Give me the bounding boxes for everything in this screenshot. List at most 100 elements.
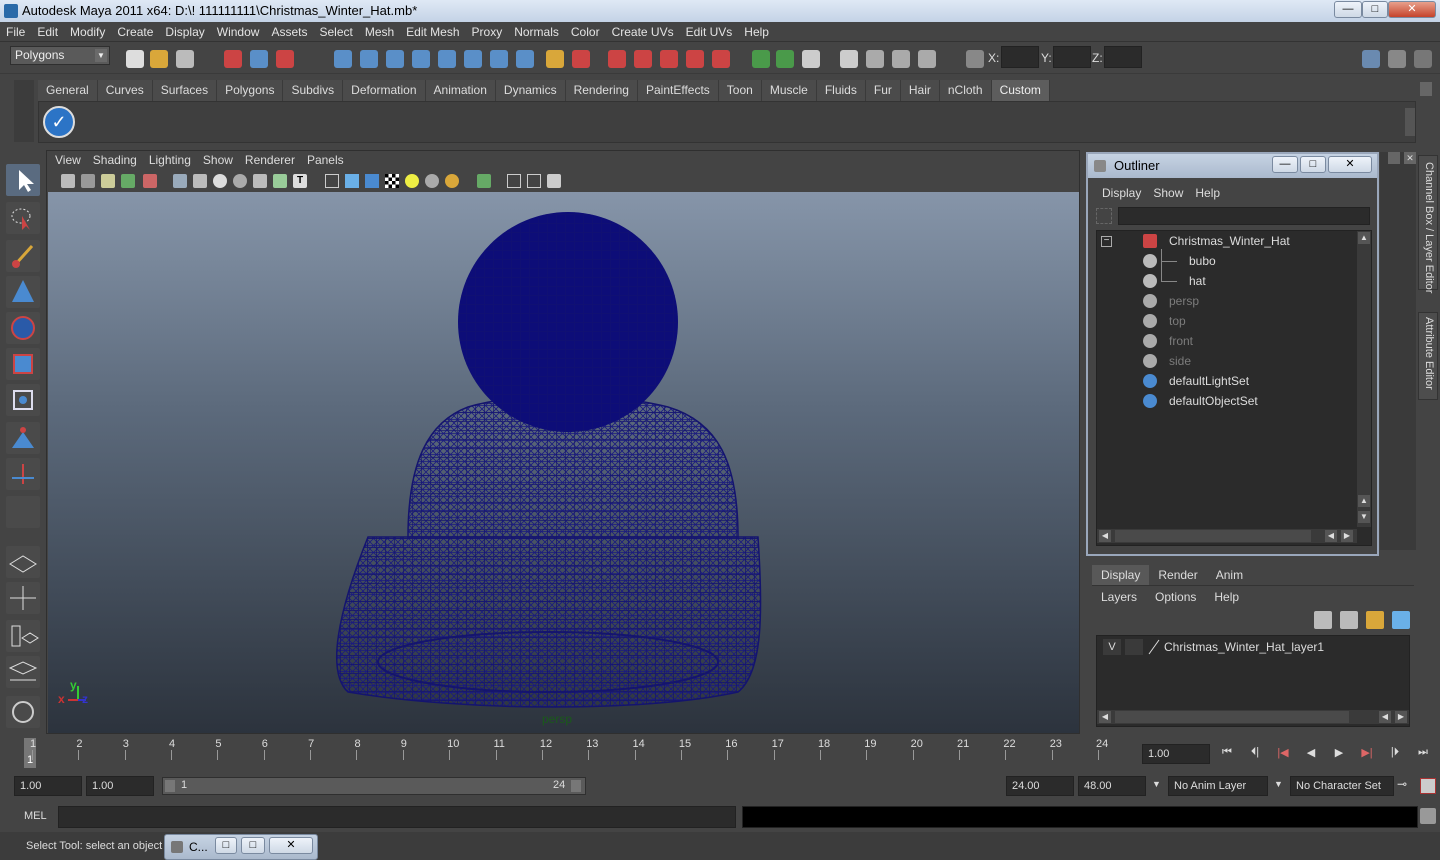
select-tool-icon[interactable] xyxy=(6,164,40,196)
menu-edit-uvs[interactable]: Edit UVs xyxy=(680,22,739,42)
chevron-down-icon[interactable]: ▼ xyxy=(1274,779,1283,789)
scroll-down-icon[interactable]: ▼ xyxy=(1358,511,1370,523)
image-plane-icon[interactable] xyxy=(121,174,135,188)
xray-icon[interactable] xyxy=(507,174,521,188)
gate-mask-icon[interactable] xyxy=(233,174,247,188)
snap-view-plane-icon[interactable] xyxy=(412,50,430,68)
make-live-icon[interactable] xyxy=(438,50,456,68)
shelf-menu-handle[interactable] xyxy=(14,80,34,142)
end-time-field[interactable]: 48.00 xyxy=(1078,776,1146,796)
shelf-tab-surfaces[interactable]: Surfaces xyxy=(152,80,218,101)
select-hierarchy-icon[interactable] xyxy=(224,50,242,68)
minimized-window[interactable]: C... □ □ ✕ xyxy=(164,834,318,860)
range-end-handle[interactable] xyxy=(571,780,581,792)
shelf-tab-toon[interactable]: Toon xyxy=(718,80,762,101)
shelf-tab-ncloth[interactable]: nCloth xyxy=(939,80,992,101)
mel-label[interactable]: MEL xyxy=(24,810,47,822)
outliner-item[interactable]: Christmas_Winter_Hat xyxy=(1169,231,1290,251)
attribute-editor-tab[interactable]: Attribute Editor xyxy=(1418,312,1438,400)
outliner-item[interactable]: defaultObjectSet xyxy=(1169,391,1258,411)
select-component-icon[interactable] xyxy=(276,50,294,68)
last-tool-slot[interactable] xyxy=(6,496,40,528)
menu-create-uvs[interactable]: Create UVs xyxy=(606,22,680,42)
field-chart-icon[interactable] xyxy=(253,174,267,188)
menu-edit[interactable]: Edit xyxy=(31,22,64,42)
outliner-minimize-button[interactable]: — xyxy=(1272,156,1298,173)
shelf-tab-polygons[interactable]: Polygons xyxy=(217,80,284,101)
scroll-up-icon[interactable]: ▲ xyxy=(1358,232,1370,244)
absolute-transform-icon[interactable] xyxy=(966,50,984,68)
script-editor-icon[interactable] xyxy=(1420,808,1436,824)
hypershade-icon[interactable] xyxy=(712,50,730,68)
maximize-button[interactable]: □ xyxy=(1362,1,1388,18)
shelf-tab-muscle[interactable]: Muscle xyxy=(761,80,817,101)
viewport-menu-shading[interactable]: Shading xyxy=(87,151,143,170)
step-forward-frame-icon[interactable]: |⏵ xyxy=(1384,746,1406,759)
clapper-icon[interactable] xyxy=(866,50,884,68)
menu-color[interactable]: Color xyxy=(565,22,606,42)
snap-point-icon[interactable] xyxy=(386,50,404,68)
shelf-tab-custom[interactable]: Custom xyxy=(991,80,1050,101)
menu-edit-mesh[interactable]: Edit Mesh xyxy=(400,22,465,42)
scroll-left-icon[interactable]: ◀ xyxy=(1379,711,1391,723)
camera-gate-icon[interactable] xyxy=(840,50,858,68)
batch-render-icon[interactable] xyxy=(918,50,936,68)
snap-grid-icon[interactable] xyxy=(334,50,352,68)
minimized-close-button[interactable]: ✕ xyxy=(269,837,313,854)
z-field[interactable] xyxy=(1104,46,1142,68)
menu-help[interactable]: Help xyxy=(738,22,775,42)
shelf-tab-deformation[interactable]: Deformation xyxy=(343,80,426,101)
start-time-field[interactable]: 1.00 xyxy=(14,776,82,796)
layer-tab-anim[interactable]: Anim xyxy=(1207,565,1252,585)
outliner-item[interactable]: bubo xyxy=(1189,251,1216,271)
layer-menu-help[interactable]: Help xyxy=(1205,587,1248,607)
grid-toggle-icon[interactable] xyxy=(143,174,157,188)
save-scene-icon[interactable] xyxy=(176,50,194,68)
render-view-icon[interactable] xyxy=(608,50,626,68)
toggle-channel-box-icon[interactable] xyxy=(1362,50,1380,68)
scale-tool-icon[interactable] xyxy=(6,348,40,380)
tool-settings-icon[interactable] xyxy=(1388,50,1406,68)
select-mode-icon[interactable] xyxy=(752,50,770,68)
resolution-gate-icon[interactable] xyxy=(213,174,227,188)
lock-icon[interactable] xyxy=(546,50,564,68)
outliner-menu-show[interactable]: Show xyxy=(1147,182,1189,204)
time-slider[interactable]: 1 1 2 3 4 5 6 7 8 9 10 11 12 13 14 15 16 17 18 19 20 21 22 23 2… xyxy=(10,738,1140,768)
key-icon[interactable]: ⊸ xyxy=(1397,777,1407,791)
shelf-tab-fur[interactable]: Fur xyxy=(865,80,901,101)
shelf-tab-painteffects[interactable]: PaintEffects xyxy=(637,80,719,101)
layer-h-scroll-thumb[interactable] xyxy=(1115,711,1349,723)
render-layer-icon[interactable] xyxy=(892,50,910,68)
outliner-item[interactable]: hat xyxy=(1189,271,1206,291)
four-view-layout-icon[interactable] xyxy=(6,582,40,614)
xray-joints-icon[interactable] xyxy=(527,174,541,188)
wireframe-shading-icon[interactable] xyxy=(325,174,339,188)
h-scroll-thumb[interactable] xyxy=(1115,530,1311,542)
wireframe-on-shaded-icon[interactable] xyxy=(365,174,379,188)
universal-manipulator-icon[interactable] xyxy=(6,384,40,416)
trash-icon[interactable] xyxy=(1420,82,1432,96)
scroll-left-icon[interactable]: ◀ xyxy=(1099,530,1111,542)
scroll-right-icon[interactable]: ▶ xyxy=(1341,530,1353,542)
help-icon[interactable] xyxy=(516,50,534,68)
viewport-menu-panels[interactable]: Panels xyxy=(301,151,350,170)
shelf-scroll-icon[interactable] xyxy=(1405,108,1415,136)
single-perspective-layout-icon[interactable] xyxy=(6,546,40,578)
step-forward-key-icon[interactable]: ▶| xyxy=(1356,746,1378,759)
move-layer-down-icon[interactable] xyxy=(1340,611,1358,629)
safe-action-icon[interactable] xyxy=(273,174,287,188)
step-back-frame-icon[interactable]: ⏴| xyxy=(1244,746,1266,759)
graph-editor-layout-icon[interactable] xyxy=(6,656,40,688)
shelf-tab-curves[interactable]: Curves xyxy=(97,80,153,101)
menu-proxy[interactable]: Proxy xyxy=(466,22,509,42)
outliner-item[interactable]: front xyxy=(1169,331,1193,351)
play-forwards-icon[interactable]: ▶ xyxy=(1328,746,1350,759)
outliner-item[interactable]: persp xyxy=(1169,291,1199,311)
rotate-tool-icon[interactable] xyxy=(6,312,40,344)
outliner-layout-icon[interactable] xyxy=(6,620,40,652)
outliner-item[interactable]: top xyxy=(1169,311,1186,331)
command-input[interactable] xyxy=(58,806,736,828)
menu-display[interactable]: Display xyxy=(159,22,210,42)
select-camera-icon[interactable] xyxy=(61,174,75,188)
channel-box-tab[interactable]: Channel Box / Layer Editor xyxy=(1418,155,1438,293)
